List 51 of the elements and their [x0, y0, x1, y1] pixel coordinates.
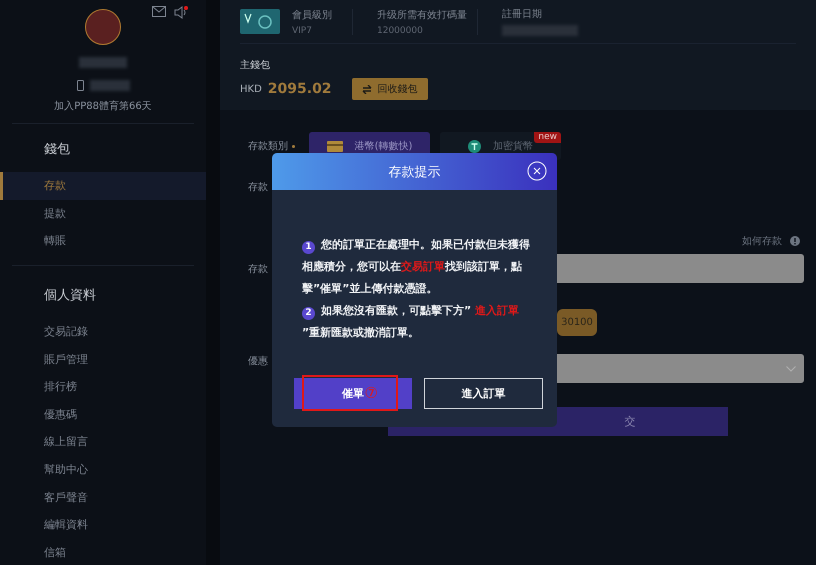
required-dot	[292, 144, 295, 148]
sidebar-item[interactable]: 轉賬	[0, 227, 206, 255]
notice-paragraph: 2 如果您沒有匯款，可點擊下方” 進入訂單 ”重新匯款或撤消訂單。	[302, 303, 520, 341]
sidebar-item[interactable]: 客戶聲音	[0, 483, 206, 511]
sidebar-item[interactable]: 提款	[0, 200, 206, 228]
coin-icon	[468, 140, 481, 152]
info-icon	[790, 236, 800, 246]
vip-badge-icon	[240, 9, 280, 34]
phone-icon	[76, 80, 84, 91]
blurred-username	[79, 57, 127, 68]
stat-value: 12000000	[377, 26, 424, 36]
avatar	[85, 9, 121, 45]
sidebar-item[interactable]: 交易記錄	[0, 318, 206, 346]
wallet-title: 主錢包	[240, 58, 271, 72]
sidebar-item[interactable]: 優惠碼	[0, 400, 206, 428]
mail-icon[interactable]	[152, 6, 166, 17]
form-label: 優惠	[248, 354, 268, 368]
section-title: 錢包	[43, 141, 71, 158]
sidebar-item[interactable]: 賬戶管理	[0, 345, 206, 373]
notice-paragraph: 1 您的訂單正在處理中。如果已付款但未獲得相應積分，您可以在交易訂單找到該訂單，點擊”催單”並上傳付款憑證。	[302, 237, 531, 297]
stat-label: 升级所需有效打碼量	[377, 8, 468, 22]
stat-label: 會員級別	[292, 8, 333, 22]
how-to-deposit-link[interactable]: 如何存款	[742, 234, 782, 248]
currency-label: HKD	[240, 84, 262, 94]
section-title: 個人資料	[43, 286, 97, 304]
swap-icon	[362, 84, 372, 94]
join-days-text: 加入PP88體育第66天	[54, 100, 152, 113]
speaker-icon[interactable]	[174, 6, 188, 19]
stat-value: VIP7	[292, 26, 313, 36]
sidebar-item[interactable]: 幫助中心	[0, 456, 206, 484]
blurred-phone	[90, 80, 130, 91]
sidebar-item[interactable]: 排行榜	[0, 372, 206, 401]
sidebar-item[interactable]: 存款	[0, 172, 206, 200]
close-icon[interactable]	[527, 161, 547, 181]
form-label: 存款	[248, 262, 268, 276]
recycle-wallet-button[interactable]: 回收錢包	[352, 78, 428, 100]
sidebar-item[interactable]: 信箱	[0, 538, 206, 565]
enter-order-button[interactable]: 進入訂單	[424, 378, 543, 409]
order-link[interactable]: 交易訂單	[401, 260, 445, 273]
chevron-down-icon	[786, 366, 796, 372]
form-label: 存款	[248, 181, 268, 194]
sidebar-item[interactable]: 線上留言	[0, 428, 206, 456]
stat-label: 註冊日期	[502, 8, 543, 21]
wallet-balance: 2095.02	[268, 81, 332, 97]
form-label: 存款類別	[248, 140, 288, 153]
dialog-title: 存款提示	[388, 164, 440, 180]
annotation-label: ⑦	[364, 384, 378, 402]
order-link[interactable]: 進入訂單	[475, 304, 520, 317]
sidebar-item[interactable]: 編輯資料	[0, 510, 206, 539]
card-icon	[326, 140, 343, 152]
new-badge: new	[534, 132, 561, 143]
